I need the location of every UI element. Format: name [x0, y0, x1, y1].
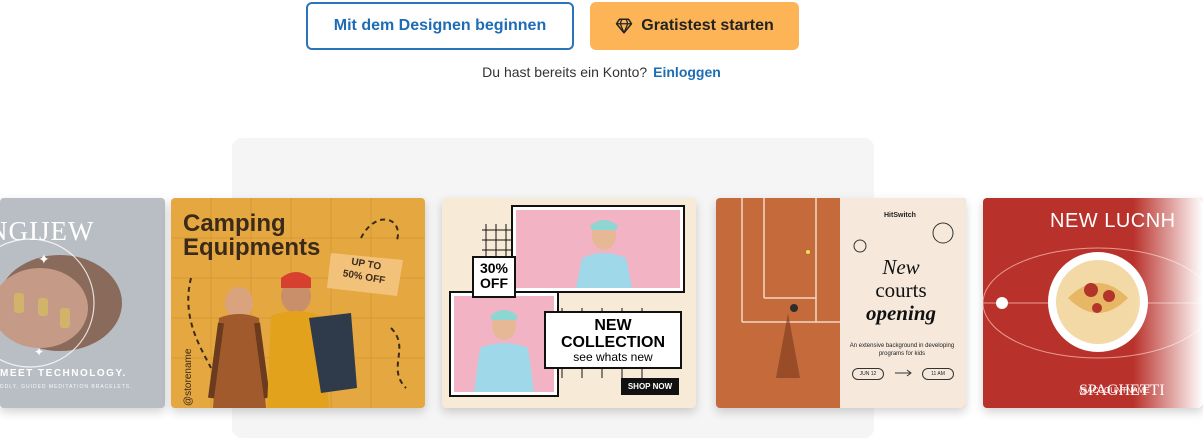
arrow-right-icon: [895, 369, 912, 377]
collection-box: NEW COLLECTION see whats new: [544, 311, 682, 369]
login-prompt: Du hast bereits ein Konto? Einloggen: [0, 64, 1203, 80]
diamond-icon: [616, 18, 633, 34]
courts-headline-1: New: [882, 255, 920, 279]
collection-title-2: COLLECTION: [561, 334, 665, 351]
shop-now-badge: SHOP NOW: [621, 378, 679, 395]
login-link[interactable]: Einloggen: [653, 64, 721, 80]
template-card-jewelry[interactable]: ✦ ✦ NGIJEW MEET TECHNOLOGY. DDLY, GUIDED…: [0, 198, 165, 408]
jewelry-subline: DDLY, GUIDED MEDITATION BRACELETS.: [0, 384, 133, 390]
courts-brand: HitSwitch: [884, 212, 916, 219]
courts-headline: New courts opening: [846, 256, 956, 325]
template-card-collection[interactable]: 30% OFF NEW COLLECTION see whats new SHO…: [442, 198, 696, 408]
jewelry-tagline: MEET TECHNOLOGY.: [0, 368, 127, 379]
courts-time: 11 AM: [922, 368, 954, 380]
svg-text:✦: ✦: [38, 252, 50, 268]
cta-row: Mit dem Designen beginnen Gratistest sta…: [0, 2, 1203, 50]
courts-headline-2: courts: [875, 278, 927, 302]
collection-title-1: NEW: [594, 317, 632, 334]
courts-date: JUN 12: [852, 368, 884, 380]
svg-text:✦: ✦: [34, 345, 44, 359]
tennis-court-illustration: [741, 198, 840, 378]
login-prompt-text: Du hast bereits ein Konto?: [482, 64, 648, 80]
start-designing-button[interactable]: Mit dem Designen beginnen: [306, 2, 574, 50]
template-card-camping[interactable]: Camping Equipments UP TO 50% OFF @storen…: [171, 198, 425, 408]
collection-illustration: [449, 205, 685, 397]
discount-badge: 30% OFF: [472, 256, 516, 298]
start-trial-label: Gratistest starten: [641, 17, 774, 34]
start-trial-button[interactable]: Gratistest starten: [590, 2, 799, 50]
courts-description: An extensive background in developing pr…: [849, 343, 955, 357]
edge-fade: [1133, 198, 1203, 408]
collection-subtitle: see whats new: [573, 350, 653, 364]
circle-small-icon: [853, 239, 867, 253]
courts-headline-3: opening: [865, 301, 936, 325]
camping-handle: @storename: [183, 348, 194, 406]
circle-decoration-icon: [932, 222, 954, 244]
jewelry-title: NGIJEW: [0, 216, 95, 246]
template-card-lunch[interactable]: NEW LUCNH SPAGHETTI @ACCOUNTNAME: [983, 198, 1203, 408]
camping-title: Camping Equipments: [183, 210, 321, 261]
lunch-account: @ACCOUNTNAME: [1079, 386, 1150, 395]
template-card-courts[interactable]: HitSwitch New courts opening An extensiv…: [716, 198, 966, 408]
